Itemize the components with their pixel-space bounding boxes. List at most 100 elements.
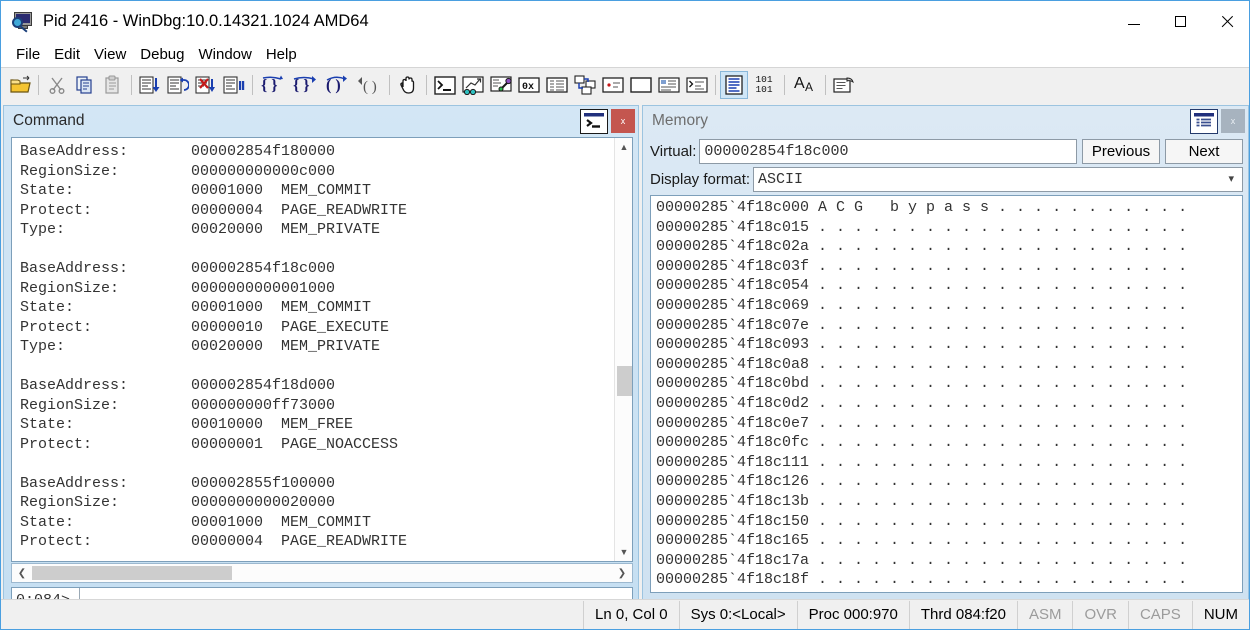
toolbar-separator [784,75,785,95]
command-browser-icon[interactable] [684,72,710,98]
processes-threads-icon[interactable] [656,72,682,98]
chevron-down-icon[interactable]: ▾ [1228,172,1234,185]
brace-step-over-icon[interactable]: { } [290,72,320,98]
break-icon[interactable] [221,72,247,98]
open-folder-icon[interactable] [7,72,33,98]
paste-icon[interactable] [100,72,126,98]
status-thread: Thrd 084:f20 [908,600,1017,629]
svg-text:{ }: { } [261,77,278,94]
memory-panel: Memory x Virtual: 000002854f18c000 Previ… [642,105,1249,600]
source-window-icon[interactable] [720,71,748,99]
svg-text:( ): ( ) [363,79,377,95]
scroll-left-arrow-icon[interactable]: ❮ [13,564,31,582]
memory-panel-header[interactable]: Memory x [643,106,1248,136]
toolbar-separator [825,75,826,95]
scroll-down-arrow-icon[interactable]: ▼ [615,543,632,561]
status-bar: Ln 0, Col 0 Sys 0:<Local> Proc 000:970 T… [1,599,1249,629]
stop-debug-icon[interactable] [193,72,219,98]
memory-display-format-label: Display format: [650,171,751,188]
menu-help[interactable]: Help [259,45,304,64]
command-panel-title: Command [13,112,85,129]
menu-edit[interactable]: Edit [47,45,87,64]
font-big-A: A [794,75,805,92]
status-asm-mode: ASM [1016,600,1073,629]
memory-virtual-row: Virtual: 000002854f18c000 Previous Next [650,139,1243,164]
registers-icon[interactable]: 0x [516,72,542,98]
windbg-icon [12,11,34,33]
status-system: Sys 0:<Local> [678,600,797,629]
binary-101-bottom: 101 [755,84,773,95]
call-stack-icon[interactable] [572,72,598,98]
memory-dump-text: 00000285`4f18c000 A C G b y p a s s . . … [656,199,1188,592]
windbg-window: Pid 2416 - WinDbg:10.0.14321.1024 AMD64 … [0,0,1250,630]
hand-icon[interactable] [395,72,421,98]
command-vertical-scrollbar[interactable]: ▲ ▼ [614,138,632,561]
font-small-A: A [805,80,814,94]
maximize-button[interactable] [1157,1,1203,42]
scratch-pad-icon[interactable] [628,72,654,98]
scroll-up-arrow-icon[interactable]: ▲ [615,138,632,156]
close-button[interactable] [1203,1,1249,42]
source-mode-icon[interactable] [831,72,857,98]
status-process: Proc 000:970 [796,600,909,629]
status-caps-lock: CAPS [1127,600,1192,629]
memory-next-button[interactable]: Next [1165,139,1243,164]
svg-text:0x: 0x [522,82,534,93]
step-into-icon[interactable] [137,72,163,98]
command-prompt-icon[interactable] [432,72,458,98]
scroll-right-arrow-icon[interactable]: ❯ [613,564,631,582]
locals-icon[interactable] [488,72,514,98]
status-line-column: Ln 0, Col 0 [583,600,679,629]
memory-grid-icon[interactable] [544,72,570,98]
command-hscroll-thumb[interactable] [32,566,232,580]
command-scroll-thumb[interactable] [617,366,632,396]
status-num-lock: NUM [1191,600,1249,629]
toolbar-separator [38,75,39,95]
memory-dump-area[interactable]: 00000285`4f18c000 A C G b y p a s s . . … [650,195,1243,593]
memory-virtual-label: Virtual: [650,143,697,160]
command-panel-close-button[interactable]: x [611,109,635,133]
toolbar-separator [252,75,253,95]
command-output-text: BaseAddress: 000002854f180000 RegionSize… [20,143,408,550]
command-panel-buttons: x [580,109,635,134]
toolbar-separator [426,75,427,95]
binary-101-icon[interactable]: 101 101 [749,72,779,98]
toolbar-separator [715,75,716,95]
disassembly-icon[interactable] [600,72,626,98]
memory-grid-icon[interactable] [1190,109,1218,134]
menu-view[interactable]: View [87,45,133,64]
menu-debug[interactable]: Debug [133,45,191,64]
memory-virtual-input[interactable]: 000002854f18c000 [699,139,1077,164]
window-title: Pid 2416 - WinDbg:10.0.14321.1024 AMD64 [43,12,369,30]
title-bar: Pid 2416 - WinDbg:10.0.14321.1024 AMD64 [1,1,1249,42]
menu-bar: File Edit View Debug Window Help [1,42,1249,67]
window-controls [1111,1,1249,42]
command-panel: Command x BaseAddress: 000002854f180000 … [3,105,639,613]
command-panel-header[interactable]: Command x [4,106,638,136]
run-to-cursor-icon[interactable]: ( ) [354,72,384,98]
memory-display-format-row: Display format: ASCII ▾ [650,167,1243,192]
step-over-icon[interactable] [165,72,191,98]
menu-file[interactable]: File [9,45,47,64]
minimize-button[interactable] [1111,1,1157,42]
menu-window[interactable]: Window [191,45,258,64]
memory-panel-close-button[interactable]: x [1221,109,1245,133]
command-prompt-icon[interactable] [580,109,608,134]
memory-display-format-value: ASCII [758,171,804,188]
watch-icon[interactable] [460,72,486,98]
copy-icon[interactable] [72,72,98,98]
brace-step-out-icon[interactable]: ( ) [322,72,352,98]
memory-panel-title: Memory [652,112,708,129]
memory-panel-buttons: x [1190,109,1245,134]
toolbar: { } { } ( ) ( ) 0x 101 101 A A [1,67,1249,102]
command-horizontal-scrollbar[interactable]: ❮ ❯ [11,563,633,583]
memory-previous-button[interactable]: Previous [1082,139,1160,164]
font-AA-icon[interactable]: A A [790,72,820,98]
brace-step-into-icon[interactable]: { } [258,72,288,98]
memory-display-format-select[interactable]: ASCII ▾ [753,167,1243,192]
svg-text:{ }: { } [293,77,310,94]
toolbar-separator [389,75,390,95]
toolbar-separator [131,75,132,95]
scissors-icon[interactable] [44,72,70,98]
command-output-area[interactable]: BaseAddress: 000002854f180000 RegionSize… [11,137,633,562]
